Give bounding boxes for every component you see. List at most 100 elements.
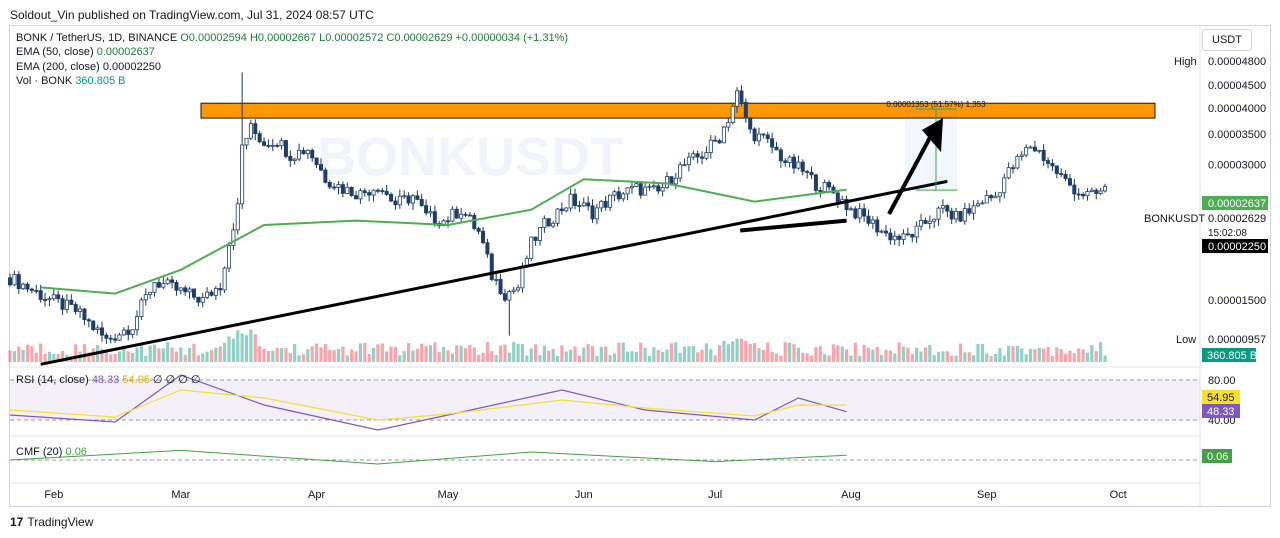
candlestick [257,130,262,144]
candlestick [647,184,652,191]
volume-bar [358,343,362,362]
candlestick [459,208,464,224]
candle-body [1050,163,1055,167]
volume-bar [696,352,700,362]
candle-body [406,195,411,204]
candlestick [222,266,227,294]
candle-body [476,228,481,232]
candle-body [297,149,302,160]
candle-body [1046,160,1051,164]
candle-body [726,122,731,128]
volume-bar [477,354,481,362]
volume-bar [993,354,998,362]
volume-bar [1046,346,1050,362]
candle-body [78,308,83,312]
candle-body [69,299,74,305]
volume-bar [135,347,139,362]
volume-bar [950,355,954,362]
candlestick [494,273,499,286]
legend-ema50-row[interactable]: EMA (50, close) 0.00002637 [16,46,155,58]
legend-volume-label[interactable]: Vol · BONK [16,75,72,87]
volume-bar [367,354,371,362]
candlestick [82,308,87,326]
legend-volume-value: 360.805 B [75,75,126,87]
volume-bar [967,352,971,362]
candlestick [64,294,69,314]
candlestick [717,138,722,144]
chart-canvas[interactable]: BONKUSDT 0.00001353 (51.57%) 1,353 0.000… [0,0,1280,538]
candle-body [735,90,740,107]
candlestick [704,146,709,161]
candle-body [126,329,131,335]
candle-body [892,235,897,241]
candlestick [170,275,175,289]
candlestick [612,189,617,202]
candle-body [577,205,582,207]
volume-bar [525,355,529,362]
candlestick [354,190,359,200]
volume-bar [393,346,398,362]
candle-body [108,337,113,340]
candlestick [809,166,814,180]
candle-body [940,205,945,209]
candle-body [625,187,630,195]
candlestick [923,217,928,225]
volume-bar [437,352,441,362]
legend-symbol-row[interactable]: BONK / TetherUS, 1D, BINANCE O0.00002594… [16,32,568,44]
volume-bar [450,353,454,362]
legend-rsi-row[interactable]: RSI (14, close) 48.33 54.95 ∅ ∅ ∅ ∅ [16,373,201,386]
volume-bar [1015,345,1019,362]
volume-bar [674,342,678,362]
candlestick [485,238,490,258]
candlestick [266,139,271,148]
candle-body [932,218,937,222]
candle-body [669,176,674,185]
candle-body [971,205,976,214]
legend-ema200-label[interactable]: EMA (200, close) [16,61,100,73]
candlestick [283,139,288,159]
volume-bar [709,349,713,362]
candle-body [1063,173,1068,180]
volume-bar [963,352,967,362]
currency-button[interactable]: USDT [1202,29,1252,51]
volume-bar [183,354,187,362]
legend-volume-row[interactable]: Vol · BONK 360.805 B [16,75,125,87]
candle-body [314,157,319,165]
tradingview-logo[interactable]: 17 TradingView [10,515,93,529]
legend-rsi-label[interactable]: RSI (14, close) [16,374,89,386]
candle-body [454,208,459,219]
legend-symbol[interactable]: BONK / TetherUS, 1D, BINANCE [16,32,177,44]
time-axis-label: May [438,489,459,501]
candle-body [581,202,586,207]
volume-bar [113,353,117,362]
candlestick [643,182,648,196]
volume-bar [731,341,735,362]
candle-body [897,235,902,240]
candle-body [161,283,166,288]
volume-bar [161,348,165,362]
candle-body [949,210,954,220]
legend-ema200-row[interactable]: EMA (200, close) 0.00002250 [16,61,161,73]
candlestick [905,227,910,236]
candle-body [502,293,507,301]
legend-cmf-label[interactable]: CMF (20) [16,446,62,458]
volume-bar [1085,352,1090,362]
volume-bar [516,343,520,362]
candlestick [1028,145,1033,149]
volume-bar [809,355,814,362]
volume-bar [494,354,498,362]
volume-bar [844,349,849,362]
candle-body [1072,184,1077,195]
volume-bar [871,349,875,362]
candlestick [919,213,924,231]
candle-body [695,153,700,158]
legend-ema50-label[interactable]: EMA (50, close) [16,46,94,58]
legend-rsi-ma-value: 54.95 [122,374,150,386]
candle-body [104,334,109,339]
candlestick [56,290,61,303]
volume-bar [166,342,170,362]
candle-body [12,274,17,286]
candle-body [459,213,464,219]
legend-cmf-row[interactable]: CMF (20) 0.06 [16,446,87,458]
candlestick [949,207,954,224]
